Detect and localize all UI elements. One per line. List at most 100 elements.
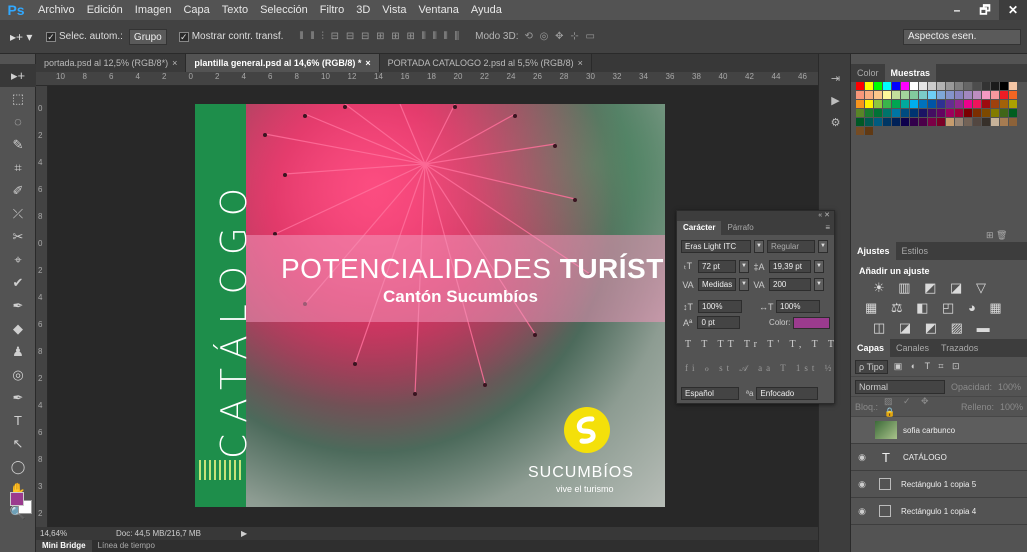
- color-swatch[interactable]: [982, 91, 990, 99]
- color-swatch[interactable]: [1009, 100, 1017, 108]
- color-swatch[interactable]: [991, 91, 999, 99]
- tab-character[interactable]: Carácter: [677, 221, 722, 235]
- menu-edicion[interactable]: Edición: [81, 4, 129, 16]
- history-brush-tool-icon[interactable]: ✔: [0, 271, 36, 294]
- adjustment-icons-row-3[interactable]: ◫ ◪ ◩ ▨ ▬: [851, 316, 1027, 336]
- menu-capa[interactable]: Capa: [177, 4, 215, 16]
- kerning-dropdown-icon[interactable]: ▼: [739, 278, 749, 291]
- marquee-tool-icon[interactable]: ⬚: [0, 87, 36, 110]
- color-swatch[interactable]: [982, 109, 990, 117]
- type-tool-icon[interactable]: T: [0, 409, 36, 432]
- layer-row[interactable]: sofia carbunco: [851, 417, 1027, 444]
- tracking-field[interactable]: 200: [769, 278, 811, 291]
- color-swatch[interactable]: [892, 82, 900, 90]
- color-swatch[interactable]: [946, 82, 954, 90]
- color-swatch[interactable]: [973, 82, 981, 90]
- font-family-dropdown-icon[interactable]: ▼: [754, 240, 764, 253]
- color-swatch[interactable]: [883, 100, 891, 108]
- horizontal-ruler[interactable]: 10 8 6 4 2 0 2 4 6 8 10 12 14 16 18 20 22 24 26 28 30 32 34 36 3…: [36, 72, 818, 86]
- menu-ventana[interactable]: Ventana: [413, 4, 465, 16]
- blend-mode-select[interactable]: Normal: [855, 379, 945, 394]
- gradient-tool-icon[interactable]: ◆: [0, 317, 36, 340]
- ellipse-tool-icon[interactable]: ◯: [0, 455, 36, 478]
- color-swatch[interactable]: [910, 82, 918, 90]
- tab-channels[interactable]: Canales: [890, 339, 935, 357]
- swatch-grid[interactable]: [856, 82, 1022, 150]
- tab-portada-catalogo[interactable]: PORTADA CATALOGO 2.psd al 5,5% (RGB/8) ×: [379, 54, 592, 72]
- color-swatch[interactable]: [946, 100, 954, 108]
- leading-field[interactable]: 19,39 pt: [769, 260, 811, 273]
- tab-timeline[interactable]: Línea de tiempo: [92, 540, 161, 552]
- color-swatch[interactable]: [874, 82, 882, 90]
- eyedropper-tool-icon[interactable]: ✐: [0, 179, 36, 202]
- clone-stamp-tool-icon[interactable]: ⌖: [0, 248, 36, 271]
- layer-filter-icons[interactable]: ▣ ◐ T ⌗ ⊡: [894, 361, 963, 372]
- menu-imagen[interactable]: Imagen: [129, 4, 178, 16]
- menu-3d[interactable]: 3D: [350, 4, 376, 16]
- color-swatch[interactable]: [928, 82, 936, 90]
- blur-tool-icon[interactable]: ♟: [0, 340, 36, 363]
- font-family-select[interactable]: Eras Light ITC: [681, 240, 751, 253]
- color-swatch[interactable]: [964, 82, 972, 90]
- path-select-tool-icon[interactable]: ↖: [0, 432, 36, 455]
- color-swatch[interactable]: [865, 109, 873, 117]
- color-swatch[interactable]: [865, 91, 873, 99]
- color-swatch[interactable]: [1000, 100, 1008, 108]
- color-swatch[interactable]: [955, 109, 963, 117]
- color-swatch[interactable]: [856, 100, 864, 108]
- menu-filtro[interactable]: Filtro: [314, 4, 350, 16]
- color-swatch[interactable]: [946, 91, 954, 99]
- color-swatch[interactable]: [937, 91, 945, 99]
- layer-kind-filter[interactable]: ρ Tipo: [855, 359, 888, 374]
- history-panel-icon[interactable]: ⇥: [819, 68, 852, 90]
- status-menu-arrow-icon[interactable]: ▶: [241, 529, 247, 538]
- baseline-shift-field[interactable]: 0 pt: [697, 316, 741, 329]
- tab-color[interactable]: Color: [851, 64, 885, 82]
- color-swatch[interactable]: [964, 100, 972, 108]
- color-swatch[interactable]: [1009, 91, 1017, 99]
- brush-tool-icon[interactable]: ✂: [0, 225, 36, 248]
- color-swatch[interactable]: [937, 109, 945, 117]
- tab-paths[interactable]: Trazados: [935, 339, 984, 357]
- color-swatch[interactable]: [1000, 109, 1008, 117]
- color-swatch[interactable]: [901, 82, 909, 90]
- color-swatch[interactable]: [991, 82, 999, 90]
- tab-styles[interactable]: Estilos: [896, 242, 935, 260]
- color-swatch[interactable]: [910, 109, 918, 117]
- color-swatch[interactable]: [856, 127, 864, 135]
- opentype-buttons[interactable]: fi ℴ st 𝒜 aa T 1st ½: [685, 363, 835, 374]
- color-swatch[interactable]: [874, 118, 882, 126]
- minimize-button[interactable]: –: [943, 0, 971, 20]
- lock-icons[interactable]: ▨ ✓ ✥ 🔒: [884, 396, 945, 418]
- color-swatch[interactable]: [910, 100, 918, 108]
- close-button[interactable]: ✕: [999, 0, 1027, 20]
- color-swatch[interactable]: [919, 82, 927, 90]
- color-swatch[interactable]: [973, 118, 981, 126]
- color-swatch[interactable]: [901, 91, 909, 99]
- color-swatch[interactable]: [910, 118, 918, 126]
- color-swatch[interactable]: [1009, 118, 1017, 126]
- color-swatch[interactable]: [946, 109, 954, 117]
- color-swatch[interactable]: [901, 100, 909, 108]
- actions-panel-icon[interactable]: ▶: [819, 90, 852, 112]
- mode-3d-icons[interactable]: ⟲ ◎ ✥ ⊹ ▭: [525, 31, 597, 42]
- color-swatch[interactable]: [919, 118, 927, 126]
- color-swatch[interactable]: [901, 118, 909, 126]
- color-swatch[interactable]: [892, 91, 900, 99]
- close-tab-icon[interactable]: ×: [578, 58, 583, 68]
- color-swatch[interactable]: [856, 82, 864, 90]
- color-swatch[interactable]: [973, 100, 981, 108]
- color-swatch[interactable]: [919, 100, 927, 108]
- align-distribute-icons[interactable]: ⫴ ⫴ ⫶ ⊟ ⊟ ⊟ ⊞ ⊞ ⊞ ⫴ ⫴ ⫴ ⫼: [299, 31, 461, 42]
- tracking-dropdown-icon[interactable]: ▼: [814, 278, 824, 291]
- color-swatch[interactable]: [937, 118, 945, 126]
- font-size-field[interactable]: 72 pt: [698, 260, 736, 273]
- color-swatch[interactable]: [901, 109, 909, 117]
- color-swatch[interactable]: [937, 82, 945, 90]
- crop-tool-icon[interactable]: ⌗: [0, 156, 36, 179]
- color-swatch[interactable]: [982, 118, 990, 126]
- color-swatch[interactable]: [919, 91, 927, 99]
- tab-mini-bridge[interactable]: Mini Bridge: [36, 540, 92, 552]
- panel-collapse-controls[interactable]: « ✕: [677, 211, 834, 221]
- color-swatch[interactable]: [973, 91, 981, 99]
